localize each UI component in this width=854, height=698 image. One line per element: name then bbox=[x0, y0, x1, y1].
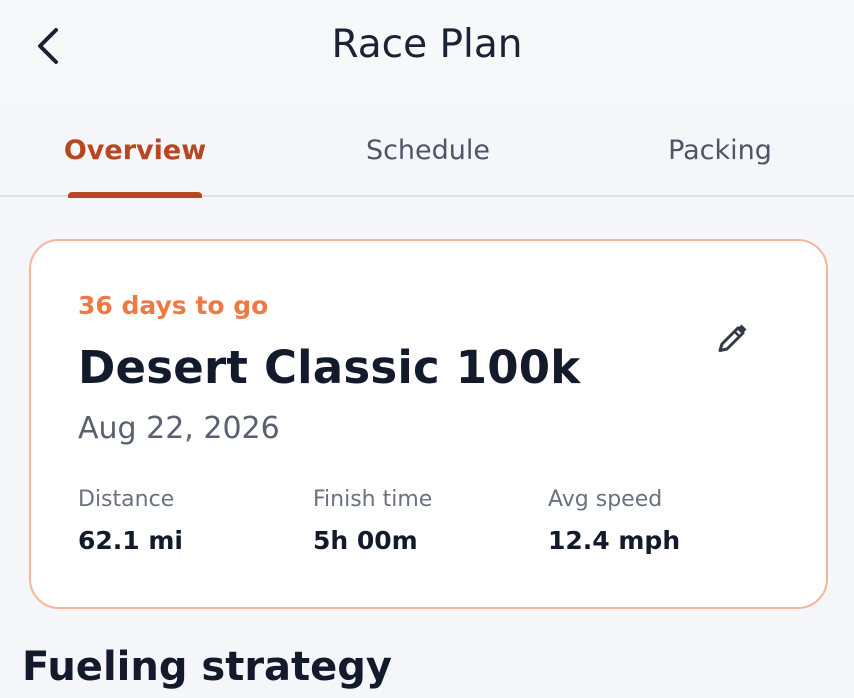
tab-overview[interactable]: Overview bbox=[35, 103, 235, 197]
app-screen: Race Plan Overview Schedule Packing 36 d… bbox=[0, 0, 854, 698]
tab-schedule[interactable]: Schedule bbox=[328, 103, 528, 197]
tab-packing[interactable]: Packing bbox=[620, 103, 820, 197]
stat-value: 5h 00m bbox=[313, 526, 418, 555]
page-title: Race Plan bbox=[331, 22, 523, 67]
top-bar: Race Plan bbox=[0, 0, 854, 103]
tab-bar: Overview Schedule Packing bbox=[0, 103, 854, 198]
stat-value: 62.1 mi bbox=[78, 526, 184, 555]
race-card: 36 days to go Desert Classic 100k Aug 22… bbox=[29, 239, 828, 609]
stat-distance: Distance 62.1 mi bbox=[78, 487, 183, 555]
stat-value: 12.4 mph bbox=[548, 526, 681, 555]
countdown-text: 36 days to go bbox=[78, 291, 269, 320]
stat-label: Avg speed bbox=[548, 487, 663, 512]
edit-race-button[interactable] bbox=[711, 315, 755, 359]
race-date: Aug 22, 2026 bbox=[78, 411, 280, 446]
stat-label: Distance bbox=[78, 487, 175, 512]
pencil-icon bbox=[718, 324, 747, 352]
active-tab-indicator bbox=[68, 192, 202, 198]
stat-avg-speed: Avg speed 12.4 mph bbox=[548, 487, 680, 555]
stat-finish-time: Finish time 5h 00m bbox=[313, 487, 432, 555]
section-title-fueling: Fueling strategy bbox=[22, 644, 392, 690]
race-name: Desert Classic 100k bbox=[78, 341, 581, 394]
stat-label: Finish time bbox=[313, 487, 433, 512]
